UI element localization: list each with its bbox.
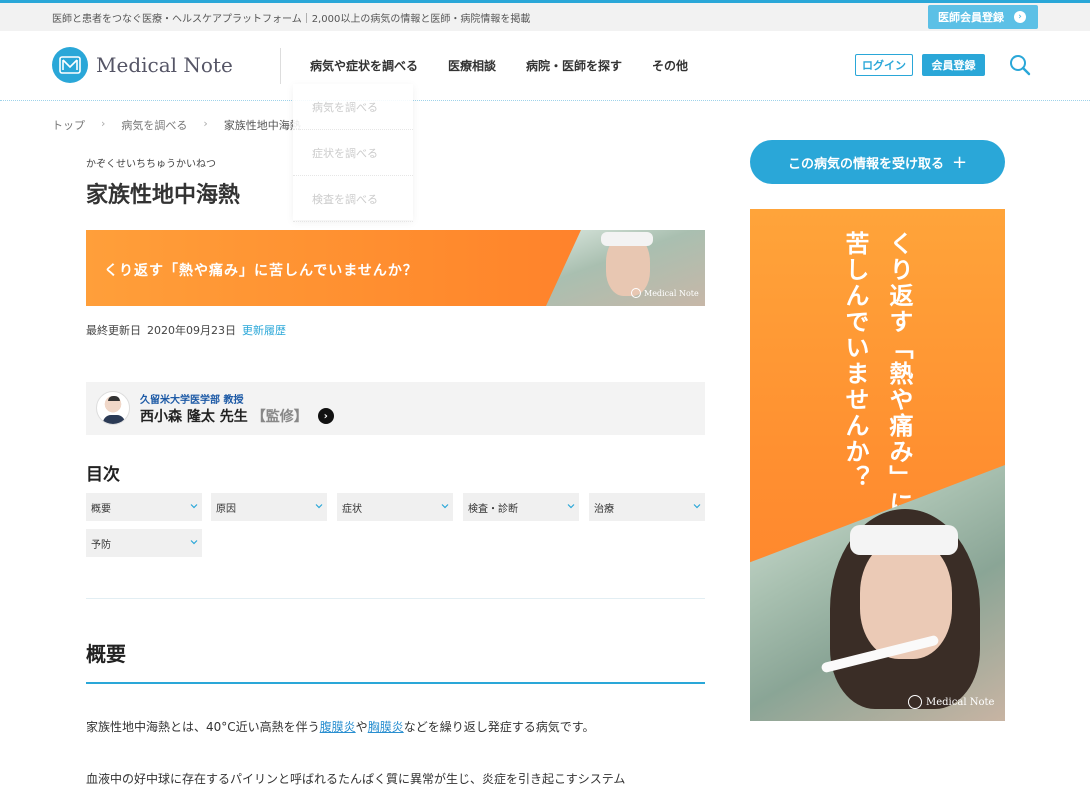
- doctor-register-label: 医師会員登録: [938, 11, 1004, 24]
- para-text: 家族性地中海熱とは、40°C近い高熱を伴う: [86, 720, 320, 734]
- toc-item-label: 概要: [91, 503, 111, 515]
- toc-item-treatment[interactable]: 治療: [589, 493, 705, 521]
- toc-item-label: 症状: [342, 503, 362, 515]
- toc-title: 目次: [86, 465, 120, 485]
- breadcrumb-top[interactable]: トップ: [52, 117, 85, 133]
- logo-icon: [52, 47, 88, 83]
- search-icon[interactable]: [1009, 54, 1031, 76]
- site-logo[interactable]: Medical Note: [52, 47, 233, 83]
- nav-consultation[interactable]: 医療相談: [448, 57, 496, 74]
- main-nav: 病気や症状を調べる 医療相談 病院・医師を探す その他: [310, 57, 688, 74]
- brand-logo-icon: [908, 695, 922, 709]
- ad-text-line-1: くり返す「熱や痛み」に: [885, 231, 913, 517]
- toc-item-cause[interactable]: 原因: [211, 493, 327, 521]
- chevron-down-icon: [315, 504, 323, 509]
- article-ad-banner[interactable]: くり返す「熱や痛み」に苦しんでいませんか？ Medical Note: [86, 230, 705, 306]
- doctor-name: 西小森 隆太 先生: [140, 409, 248, 425]
- update-history-link[interactable]: 更新履歴: [242, 322, 286, 338]
- logo-text: Medical Note: [96, 53, 233, 77]
- toc-item-label: 検査・診断: [468, 503, 518, 515]
- chevron-down-icon: [190, 540, 198, 545]
- pleurisy-link[interactable]: 胸膜炎: [368, 720, 404, 734]
- register-button[interactable]: 会員登録: [922, 54, 985, 76]
- toc-item-label: 治療: [594, 503, 614, 515]
- top-bar: 医師と患者をつなぐ医療・ヘルスケアプラットフォーム｜2,000以上の病気の情報と…: [0, 3, 1090, 31]
- nav-disease-symptom[interactable]: 病気や症状を調べる: [310, 57, 418, 74]
- login-button[interactable]: ログイン: [855, 54, 913, 76]
- chevron-down-icon: [441, 504, 449, 509]
- toc-item-overview[interactable]: 概要: [86, 493, 202, 521]
- ad-text-line-2: 苦しんでいませんか？: [841, 231, 869, 491]
- dropdown-item-symptom[interactable]: 症状を調べる: [293, 130, 413, 176]
- brand-logo-icon: [631, 288, 641, 298]
- doctor-affiliation: 久留米大学医学部 教授: [140, 395, 244, 406]
- dropdown-item-test[interactable]: 検査を調べる: [293, 176, 413, 222]
- ad-brand-text: Medical Note: [926, 696, 995, 708]
- para-text: や: [355, 720, 368, 734]
- toc-item-label: 予防: [91, 539, 111, 551]
- subscribe-disease-info-button[interactable]: この病気の情報を受け取る +: [750, 140, 1005, 184]
- updated-label: 最終更新日: [86, 324, 141, 337]
- banner-message: くり返す「熱や痛み」に苦しんでいませんか？: [104, 263, 418, 279]
- ad-brand: Medical Note: [908, 695, 994, 709]
- updated-date: 2020年09月23日: [147, 324, 236, 337]
- supervisor-card[interactable]: 久留米大学医学部 教授 西小森 隆太 先生 【監修】 ›: [86, 382, 705, 435]
- chevron-right-icon[interactable]: ›: [317, 408, 334, 424]
- para-text: などを繰り返し発症する病気です。: [403, 720, 595, 734]
- peritonitis-link[interactable]: 腹膜炎: [320, 720, 356, 734]
- banner-brand: Medical Note: [631, 288, 699, 298]
- section-heading-underline: [86, 682, 705, 684]
- header-divider: [280, 48, 281, 84]
- breadcrumb-disease[interactable]: 病気を調べる: [121, 117, 187, 133]
- site-header: Medical Note 病気や症状を調べる 医療相談 病院・医師を探す その他…: [0, 31, 1090, 101]
- breadcrumb-chevron-icon: ›: [203, 117, 208, 130]
- plus-icon: +: [951, 151, 968, 173]
- breadcrumb-current: 家族性地中海熱: [223, 119, 301, 132]
- chevron-down-icon: [190, 504, 198, 509]
- doctor-name-row: 西小森 隆太 先生 【監修】 ›: [140, 406, 334, 426]
- toc-item-label: 原因: [216, 503, 236, 515]
- doctor-avatar: [96, 391, 130, 425]
- chevron-down-icon: [693, 504, 701, 509]
- toc-item-prevention[interactable]: 予防: [86, 529, 202, 557]
- banner-brand-text: Medical Note: [644, 288, 699, 298]
- banner-photo-towel: [601, 232, 653, 246]
- subscribe-label: この病気の情報を受け取る: [787, 156, 944, 172]
- nav-dropdown-menu: 病気を調べる 症状を調べる 検査を調べる: [293, 84, 413, 222]
- breadcrumb: トップ › 病気を調べる › 家族性地中海熱: [52, 117, 301, 133]
- sidebar-ad-banner[interactable]: くり返す「熱や痛み」に 苦しんでいませんか？ Medical Note: [750, 209, 1005, 721]
- breadcrumb-chevron-icon: ›: [101, 117, 106, 130]
- page-title: 家族性地中海熱: [86, 183, 241, 208]
- chevron-right-icon: ›: [1014, 11, 1026, 23]
- toc-item-symptom[interactable]: 症状: [337, 493, 453, 521]
- chevron-down-icon: [567, 504, 575, 509]
- section-heading-overview: 概要: [86, 642, 126, 666]
- nav-other[interactable]: その他: [652, 57, 688, 74]
- overview-paragraph-1: 家族性地中海熱とは、40°C近い高熱を伴う腹膜炎や胸膜炎などを繰り返し発症する病…: [86, 718, 595, 735]
- last-updated: 最終更新日 2020年09月23日 更新履歴: [86, 322, 286, 338]
- doctor-register-button[interactable]: 医師会員登録 ›: [928, 5, 1038, 29]
- ad-photo-towel: [850, 525, 958, 555]
- overview-paragraph-2: 血液中の好中球に存在するパイリンと呼ばれるたんぱく質に異常が生じ、炎症を引き起こ…: [86, 772, 626, 786]
- toc-item-diagnosis[interactable]: 検査・診断: [463, 493, 579, 521]
- site-tagline: 医師と患者をつなぐ医療・ヘルスケアプラットフォーム｜2,000以上の病気の情報と…: [52, 14, 531, 25]
- supervision-label: 【監修】: [251, 409, 308, 425]
- title-reading: かぞくせいちちゅうかいねつ: [86, 159, 216, 170]
- section-divider: [86, 598, 705, 599]
- dropdown-item-disease[interactable]: 病気を調べる: [293, 84, 413, 130]
- nav-find-hospital[interactable]: 病院・医師を探す: [526, 57, 622, 74]
